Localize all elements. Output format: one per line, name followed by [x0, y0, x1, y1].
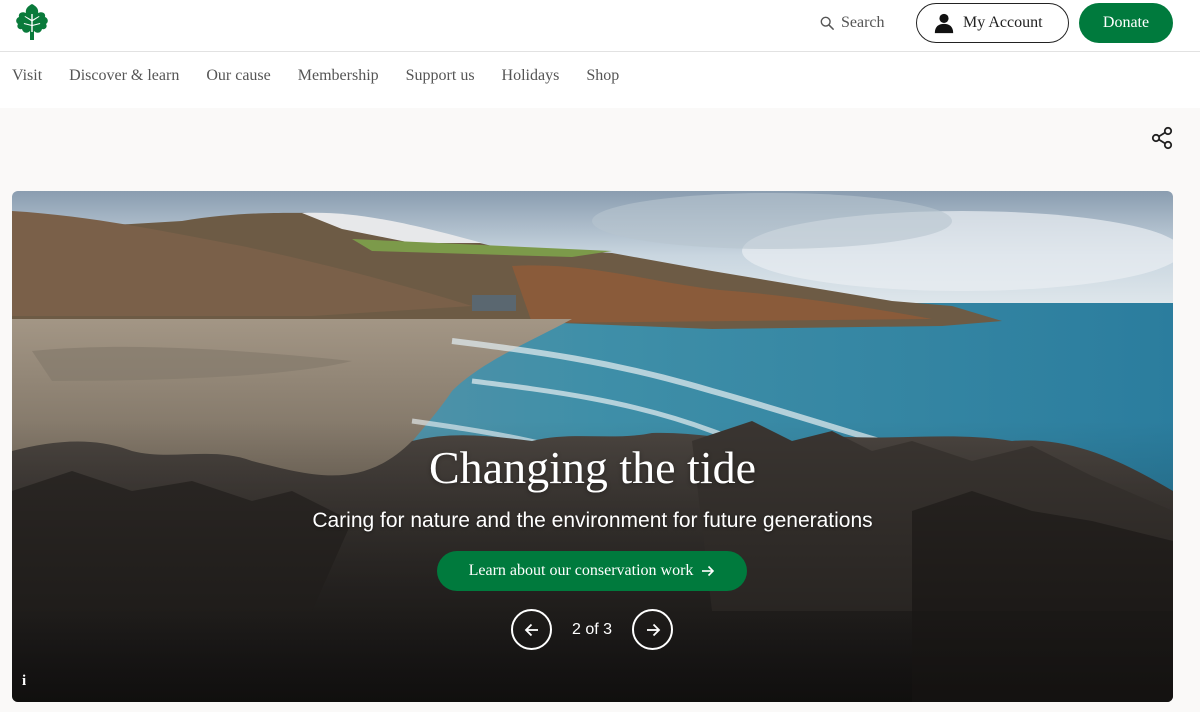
hero-subtitle: Caring for nature and the environment fo…	[312, 509, 873, 532]
nav-item-our-cause[interactable]: Our cause	[206, 67, 270, 85]
search-label: Search	[841, 14, 885, 31]
main-nav: Visit Discover & learn Our cause Members…	[0, 53, 1200, 108]
my-account-button[interactable]: My Account	[916, 3, 1069, 43]
nav-item-shop[interactable]: Shop	[586, 67, 619, 85]
donate-button[interactable]: Donate	[1079, 3, 1173, 43]
search-icon	[820, 16, 834, 30]
nav-item-visit[interactable]: Visit	[12, 67, 42, 85]
hero-overlay: Changing the tide Caring for nature and …	[12, 191, 1173, 702]
nav-item-membership[interactable]: Membership	[298, 67, 379, 85]
nav-item-discover-learn[interactable]: Discover & learn	[69, 67, 179, 85]
search-button[interactable]: Search	[820, 12, 885, 34]
nav-item-holidays[interactable]: Holidays	[502, 67, 560, 85]
arrow-right-icon	[646, 623, 660, 636]
hero-carousel: Changing the tide Caring for nature and …	[12, 191, 1173, 702]
oak-leaf-logo-icon[interactable]	[12, 2, 52, 42]
hero-title: Changing the tide	[428, 442, 757, 493]
carousel-position: 2 of 3	[571, 620, 613, 638]
nav-item-support-us[interactable]: Support us	[406, 67, 475, 85]
arrow-left-icon	[524, 623, 538, 636]
share-icon[interactable]	[1151, 126, 1173, 150]
top-header: Search My Account Donate	[0, 0, 1200, 52]
carousel-next-button[interactable]	[632, 609, 673, 650]
arrow-right-icon	[702, 565, 715, 577]
carousel-pager: 2 of 3	[511, 609, 673, 650]
my-account-label: My Account	[963, 14, 1043, 31]
info-icon[interactable]: i	[22, 673, 38, 691]
account-icon	[934, 13, 954, 34]
conservation-work-button[interactable]: Learn about our conservation work	[437, 551, 747, 591]
conservation-work-label: Learn about our conservation work	[468, 562, 694, 579]
carousel-prev-button[interactable]	[511, 609, 552, 650]
